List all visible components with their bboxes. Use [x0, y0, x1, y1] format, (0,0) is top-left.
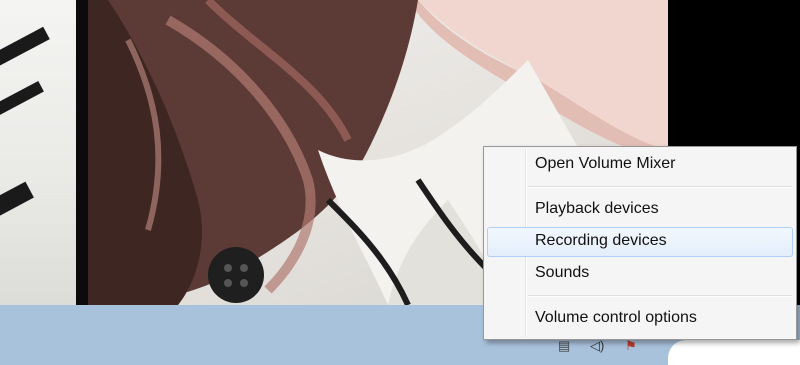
menu-item-label: Sounds [535, 264, 590, 281]
menu-item-open-volume-mixer[interactable]: Open Volume Mixer [487, 150, 793, 180]
tray-clock-area [668, 340, 800, 365]
menu-item-playback-devices[interactable]: Playback devices [487, 195, 793, 225]
menu-item-label: Open Volume Mixer [535, 155, 676, 172]
volume-context-menu: Open Volume Mixer Playback devices Recor… [483, 146, 797, 340]
flag-icon[interactable]: ⚑ [625, 338, 637, 354]
wallpaper-divider [76, 0, 88, 305]
menu-item-volume-control-options[interactable]: Volume control options [487, 304, 793, 334]
menu-item-recording-devices[interactable]: Recording devices [487, 227, 793, 257]
network-icon[interactable]: ▤ [558, 338, 570, 354]
menu-separator [528, 186, 792, 188]
menu-item-sounds[interactable]: Sounds [487, 259, 793, 289]
menu-item-label: Recording devices [535, 232, 667, 249]
desktop-wallpaper-left [0, 0, 76, 305]
speaker-icon[interactable]: ◁) [590, 338, 604, 354]
menu-separator [528, 295, 792, 297]
menu-item-label: Volume control options [535, 309, 697, 326]
menu-item-label: Playback devices [535, 200, 659, 217]
